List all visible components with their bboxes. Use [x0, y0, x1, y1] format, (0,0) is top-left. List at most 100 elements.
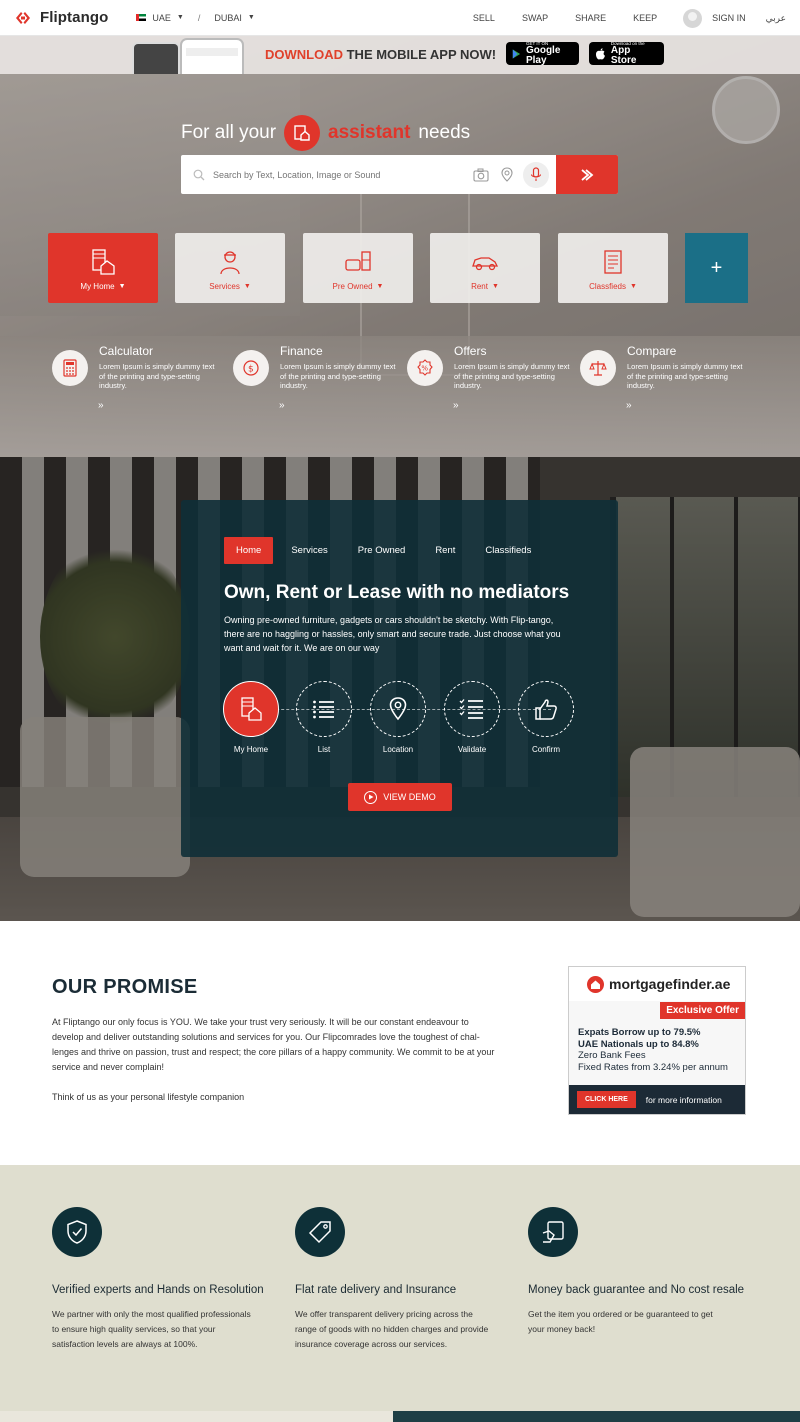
tab-home[interactable]: Home: [224, 537, 274, 564]
feature-money-back: Money back guarantee and No cost resale …: [528, 1207, 758, 1337]
step-list[interactable]: List: [295, 681, 353, 754]
category-label: Rent: [471, 282, 488, 291]
house-badge-icon: [284, 115, 321, 151]
tool-calculator[interactable]: Calculator Lorem Ipsum is simply dummy t…: [52, 342, 222, 417]
mortgage-ad[interactable]: mortgagefinder.ae Exclusive Offer Expats…: [568, 966, 746, 1115]
ad-more-info: for more information: [645, 1094, 722, 1105]
step-validate[interactable]: Validate: [443, 681, 501, 754]
footer-strip-dark: [393, 1411, 800, 1422]
nav-keep[interactable]: KEEP: [633, 13, 657, 23]
pre-owned-icon: [345, 251, 371, 271]
nav-swap[interactable]: SWAP: [522, 13, 548, 23]
view-demo-button[interactable]: VIEW DEMO: [348, 783, 452, 811]
percent-badge-icon: %: [407, 350, 443, 386]
double-chevron-icon[interactable]: »: [279, 400, 285, 411]
chevron-down-icon: ▼: [491, 283, 499, 290]
top-navbar: Fliptango UAE ▼ / DUBAI ▼ SELL SWAP SHAR…: [0, 0, 800, 36]
logo[interactable]: Fliptango: [12, 9, 108, 26]
nav-share[interactable]: SHARE: [575, 13, 606, 23]
step-confirm[interactable]: Confirm: [517, 681, 575, 754]
step-label: Validate: [457, 745, 487, 754]
tool-description: Lorem Ipsum is simply dummy text of the …: [280, 362, 396, 390]
thumbs-up-icon: [518, 681, 574, 737]
shield-check-icon: [52, 1207, 102, 1257]
arabic-language-link[interactable]: عربي: [766, 13, 786, 24]
phone-image: [132, 42, 180, 74]
tool-title: Calculator: [99, 344, 154, 358]
document-icon: [604, 250, 622, 274]
feature-description: We offer transparent delivery pricing ac…: [295, 1309, 489, 1349]
search-submit-button[interactable]: [556, 155, 618, 194]
app-store-button[interactable]: Download on the App Store: [589, 41, 664, 66]
tool-title: Finance: [280, 344, 323, 358]
features-section: Verified experts and Hands on Resolution…: [0, 1165, 800, 1422]
ad-line: UAE Nationals up to 84.8%: [578, 1038, 699, 1050]
country-dropdown[interactable]: UAE: [152, 13, 171, 23]
add-category-button[interactable]: +: [685, 233, 748, 303]
tool-finance[interactable]: $ Finance Lorem Ipsum is simply dummy te…: [233, 342, 403, 417]
double-chevron-icon[interactable]: »: [98, 400, 104, 411]
checklist-icon: [444, 681, 500, 737]
step-label: Location: [382, 745, 414, 754]
nav-sell[interactable]: SELL: [473, 13, 495, 23]
chevron-down-icon: ▼: [118, 283, 126, 290]
tool-description: Lorem Ipsum is simply dummy text of the …: [99, 362, 215, 390]
app-banner-text: DOWNLOAD THE MOBILE APP NOW!: [265, 47, 496, 62]
category-my-home[interactable]: My Home ▼: [48, 233, 158, 303]
view-demo-label: VIEW DEMO: [383, 792, 436, 802]
step-label: Confirm: [531, 745, 560, 754]
avatar[interactable]: [683, 8, 703, 28]
piggy-bank-icon: $: [233, 350, 269, 386]
ad-brand: mortgagefinder.ae: [609, 976, 731, 992]
feature-description: Get the item you ordered or be guarantee…: [528, 1309, 713, 1334]
services-icon: [220, 251, 240, 275]
info-panel: Home Services Pre Owned Rent Classifieds…: [181, 500, 618, 857]
location-selector: UAE ▼ / DUBAI ▼: [136, 13, 255, 23]
apple-icon: [595, 47, 605, 59]
ad-details: Expats Borrow up to 79.5% UAE Nationals …: [578, 1027, 728, 1073]
tool-offers[interactable]: % Offers Lorem Ipsum is simply dummy tex…: [407, 342, 577, 417]
uae-flag-icon: [136, 14, 147, 21]
ad-footer: CLICK HERE for more information: [569, 1085, 745, 1114]
google-play-label: Google Play: [525, 45, 561, 66]
ad-click-here-button[interactable]: CLICK HERE: [577, 1091, 636, 1108]
google-play-button[interactable]: GET IT ON Google Play: [506, 41, 579, 66]
camera-icon[interactable]: [473, 167, 489, 183]
double-chevron-icon[interactable]: »: [453, 400, 459, 411]
tool-compare[interactable]: Compare Lorem Ipsum is simply dummy text…: [580, 342, 750, 417]
hero-title-after: needs: [418, 122, 471, 143]
feature-description: We partner with only the most qualified …: [52, 1309, 251, 1349]
category-rent[interactable]: Rent ▼: [430, 233, 540, 303]
search-input[interactable]: [213, 169, 453, 180]
hero-title-before: For all your: [181, 122, 277, 143]
app-download-banner: DOWNLOAD THE MOBILE APP NOW! GET IT ON Go…: [0, 36, 800, 74]
ad-header: mortgagefinder.ae: [569, 967, 745, 1001]
ad-line: Zero Bank Fees: [578, 1050, 646, 1061]
step-label: List: [317, 745, 331, 754]
city-dropdown[interactable]: DUBAI: [214, 13, 242, 23]
location-pin-icon[interactable]: [499, 166, 515, 183]
my-home-icon: [92, 249, 115, 275]
category-label: My Home: [80, 282, 115, 291]
app-banner-message: THE MOBILE APP NOW!: [343, 47, 497, 62]
double-chevron-icon[interactable]: »: [626, 400, 632, 411]
tab-services[interactable]: Services: [279, 537, 339, 564]
chevron-down-icon[interactable]: ▼: [177, 14, 184, 21]
microphone-icon[interactable]: [523, 161, 549, 188]
ad-line: Fixed Rates from 3.24% per annum: [578, 1061, 728, 1073]
step-location[interactable]: Location: [369, 681, 427, 754]
category-services[interactable]: Services ▼: [175, 233, 285, 303]
category-pre-owned[interactable]: Pre Owned ▼: [303, 233, 413, 303]
sign-in-link[interactable]: SIGN IN: [712, 13, 746, 23]
brand-name: Fliptango: [40, 9, 109, 26]
category-classifieds[interactable]: Classfieds ▼: [558, 233, 668, 303]
tab-rent[interactable]: Rent: [423, 537, 467, 564]
chevron-down-icon[interactable]: ▼: [248, 14, 255, 21]
how-it-works-section: Home Services Pre Owned Rent Classifieds…: [0, 457, 800, 921]
house-icon: [587, 975, 604, 993]
app-banner-prefix: DOWNLOAD: [265, 47, 343, 62]
tab-pre-owned[interactable]: Pre Owned: [346, 537, 418, 564]
step-my-home[interactable]: My Home: [222, 681, 280, 754]
tab-classifieds[interactable]: Classifieds: [473, 537, 543, 564]
hero-title: For all your assistant needs: [181, 115, 470, 151]
